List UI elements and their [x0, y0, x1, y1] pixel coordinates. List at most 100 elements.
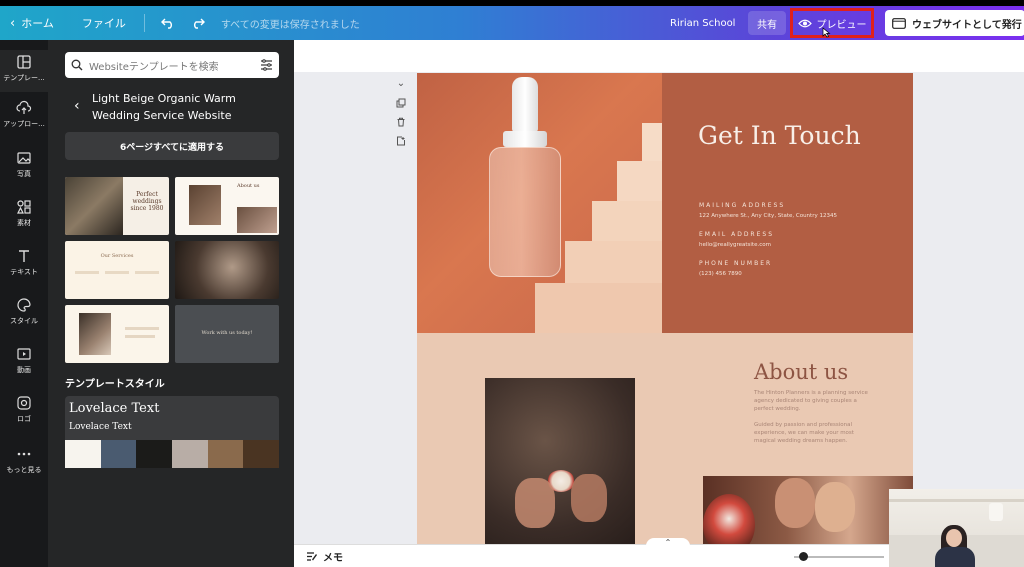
website-page[interactable]: › Get In Touch MAILING ADDRESS 122 Anywh… — [417, 73, 913, 544]
palette-swatch[interactable] — [136, 440, 173, 468]
share-button[interactable]: 共有 — [748, 11, 786, 35]
template-page-thumb-5[interactable] — [65, 305, 169, 363]
add-page-icon[interactable] — [394, 134, 408, 148]
palette-swatch[interactable] — [172, 440, 208, 468]
rail-item-templates[interactable]: テンプレー... — [0, 50, 48, 92]
team-name[interactable]: Ririan School — [670, 6, 735, 40]
photo-face — [815, 482, 855, 532]
email-address-value[interactable]: hello@reallygreatsite.com — [699, 242, 771, 248]
mailing-address-label[interactable]: MAILING ADDRESS — [699, 202, 785, 209]
couple-kiss-photo[interactable] — [703, 476, 913, 544]
about-title[interactable]: About us — [754, 360, 848, 384]
preview-button[interactable]: プレビュー — [790, 8, 874, 38]
style-palette[interactable] — [65, 440, 280, 468]
rail-label: ロゴ — [17, 415, 31, 423]
webcam-person-face — [946, 529, 962, 547]
rail-item-video[interactable]: 動画 — [0, 346, 48, 375]
website-icon — [892, 17, 906, 29]
serum-bottle-photo[interactable] — [417, 73, 662, 333]
about-section[interactable]: About us The Hinton Planners is a planni… — [417, 333, 913, 544]
undo-button[interactable] — [153, 6, 183, 40]
apply-all-label: 6ページすべてに適用する — [119, 142, 225, 153]
thumb-line — [75, 271, 99, 274]
zoom-slider-handle[interactable] — [799, 552, 808, 561]
apply-all-pages-button[interactable]: 6ページすべてに適用する — [65, 132, 279, 160]
back-chevron-icon[interactable]: ‹ — [74, 98, 80, 114]
template-page-thumb-6[interactable]: Work with us today! — [175, 305, 279, 363]
trash-icon[interactable] — [394, 115, 408, 129]
elements-icon — [17, 200, 31, 214]
palette-swatch[interactable] — [100, 440, 137, 468]
rail-label: テンプレー... — [3, 74, 45, 82]
style-font-heading: Lovelace Text — [69, 401, 160, 416]
template-page-thumb-4[interactable] — [175, 241, 279, 299]
thumb-line — [135, 271, 159, 274]
rail-label: もっと見る — [6, 466, 42, 474]
template-page-thumb-3[interactable]: Our Services — [65, 241, 169, 299]
photo-stair — [565, 241, 662, 283]
rail-label: 素材 — [17, 219, 31, 227]
palette-swatch[interactable] — [207, 440, 244, 468]
publish-label: ウェブサイトとして発行 — [912, 19, 1022, 31]
share-label: 共有 — [757, 19, 777, 31]
thumb-text: Our Services — [100, 253, 134, 259]
rail-item-styles[interactable]: スタイル — [0, 297, 48, 326]
top-header: ‹ ホーム ファイル すべての変更は保存されました Ririan School … — [0, 6, 1024, 40]
bouquet-hands-photo[interactable] — [485, 378, 635, 544]
rail-item-elements[interactable]: 素材 — [0, 199, 48, 228]
redo-button[interactable] — [183, 6, 213, 40]
thumb-photo — [79, 313, 111, 355]
header-divider — [143, 14, 145, 32]
email-address-label[interactable]: EMAIL ADDRESS — [699, 231, 774, 238]
upload-icon — [16, 100, 32, 114]
template-page-thumb-2[interactable]: About us — [175, 177, 279, 235]
rail-item-photos[interactable]: 写真 — [0, 150, 48, 179]
video-icon — [17, 348, 31, 360]
more-icon — [17, 452, 31, 456]
bottle-body — [489, 147, 561, 277]
notes-button[interactable]: メモ — [306, 549, 343, 564]
rail-label: アップロー... — [3, 120, 45, 128]
notes-label: メモ — [323, 552, 343, 564]
webcam-overlay — [889, 489, 1024, 567]
palette-swatch[interactable] — [243, 440, 280, 468]
template-icon — [17, 55, 31, 69]
phone-number-label[interactable]: PHONE NUMBER — [699, 260, 772, 267]
template-style-fonts[interactable]: Lovelace Text Lovelace Text — [65, 396, 279, 440]
about-paragraph-1[interactable]: The Hinton Planners is a planning servic… — [754, 389, 874, 413]
home-button[interactable]: ‹ ホーム — [0, 6, 64, 40]
webcam-person-body — [935, 547, 975, 567]
rail-item-more[interactable]: もっと見る — [0, 446, 48, 475]
template-page-thumb-1[interactable]: Perfect weddings since 1980 — [65, 177, 169, 235]
phone-number-value[interactable]: (123) 456 7890 — [699, 271, 742, 277]
design-canvas: ⌄ Get In Touch MAILING ADDRESS 122 Anywh… — [294, 72, 1024, 544]
rail-item-uploads[interactable]: アップロー... — [0, 100, 48, 129]
palette-swatch[interactable] — [65, 440, 101, 468]
thumb-line — [125, 327, 159, 330]
mailing-address-value[interactable]: 122 Anywhere St., Any City, State, Count… — [699, 213, 837, 219]
template-search-input[interactable]: Websiteテンプレートを検索 — [65, 52, 279, 78]
about-paragraph-2[interactable]: Guided by passion and professional exper… — [754, 421, 874, 445]
duplicate-page-icon[interactable] — [394, 96, 408, 110]
template-style-heading: テンプレートスタイル — [65, 379, 165, 390]
photo-hand — [571, 474, 607, 522]
search-icon — [71, 59, 83, 71]
photo-face — [775, 478, 815, 528]
rail-item-text[interactable]: テキスト — [0, 248, 48, 277]
show-pages-button[interactable]: ⌃ — [646, 538, 690, 550]
publish-website-button[interactable]: ウェブサイトとして発行 — [885, 10, 1024, 36]
bottle-cap — [512, 77, 538, 132]
contact-section[interactable]: › Get In Touch MAILING ADDRESS 122 Anywh… — [417, 73, 913, 333]
photo-stair — [535, 283, 662, 333]
file-label: ファイル — [81, 17, 126, 30]
palette-icon — [17, 298, 31, 312]
contact-title[interactable]: Get In Touch — [698, 121, 861, 150]
webcam-shelf — [889, 499, 1024, 502]
thumb-photo — [237, 207, 277, 233]
file-menu-button[interactable]: ファイル — [72, 6, 136, 40]
chevron-down-icon[interactable]: ⌄ — [394, 76, 408, 90]
rail-item-logo[interactable]: ロゴ — [0, 395, 48, 424]
filter-icon[interactable] — [260, 59, 273, 71]
chevron-up-icon: ⌃ — [664, 538, 672, 547]
side-rail: テンプレー... アップロー... 写真 素材 テキスト スタイル 動画 ロゴ — [0, 40, 48, 567]
